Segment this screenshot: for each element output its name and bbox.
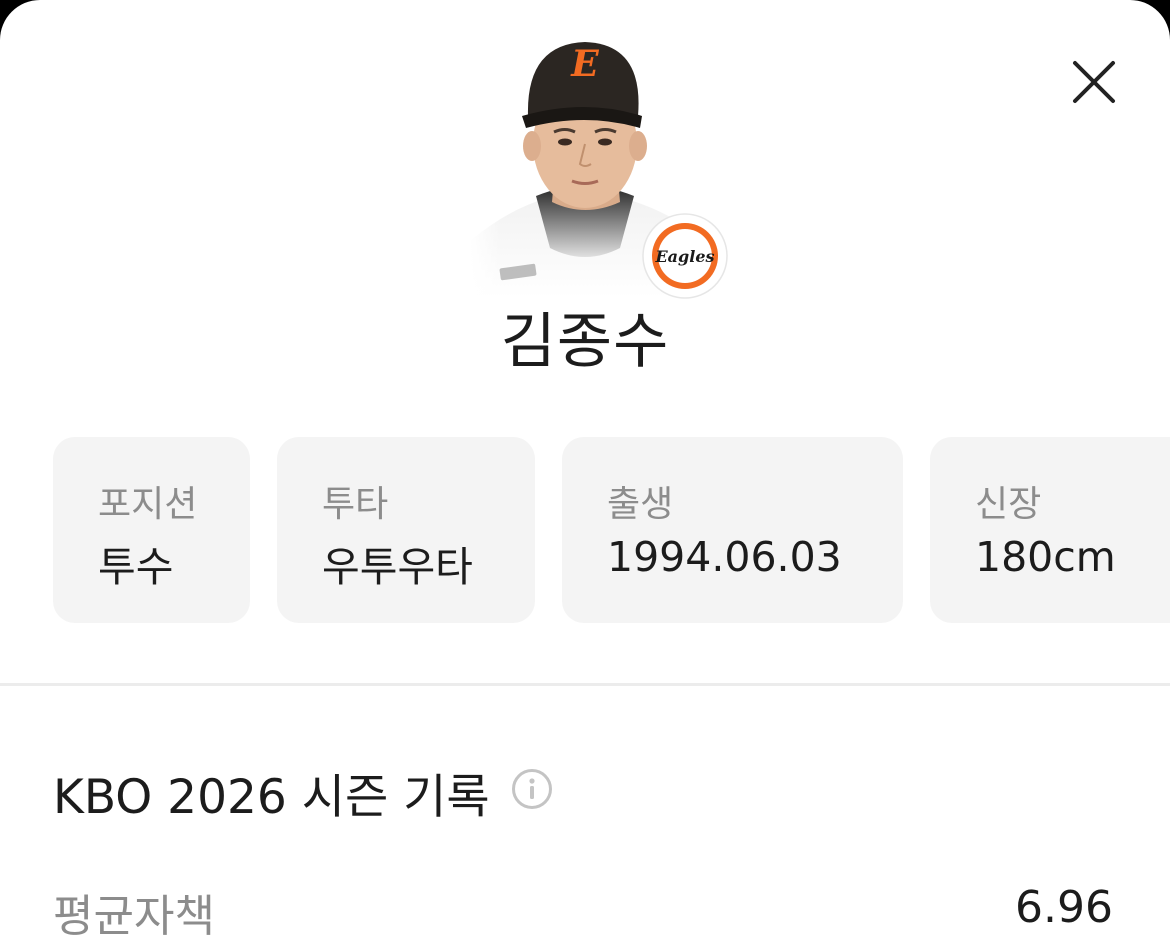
- info-card-birth: 출생 1994.06.03: [562, 437, 903, 623]
- info-card-bats-throws: 투타 우투우타: [277, 437, 535, 623]
- height-label: 신장: [975, 484, 1042, 525]
- height-value: 180cm: [975, 533, 1116, 581]
- position-label: 포지션: [98, 484, 198, 525]
- close-icon: [1073, 61, 1115, 103]
- info-icon: [512, 769, 552, 809]
- eagles-logo-icon: Eagles: [642, 213, 728, 299]
- stat-value-era: 6.96: [1015, 882, 1113, 933]
- bats-throws-value: 우투우타: [322, 543, 473, 591]
- birth-label: 출생: [607, 484, 674, 525]
- team-logo-badge: Eagles: [642, 213, 728, 299]
- season-record-title: KBO 2026 시즌 기록: [53, 770, 490, 825]
- birth-value: 1994.06.03: [607, 533, 842, 581]
- player-name: 김종수: [500, 307, 670, 377]
- stat-label-era: 평균자책: [53, 891, 215, 942]
- close-button[interactable]: [1068, 56, 1120, 108]
- position-value: 투수: [98, 543, 174, 591]
- team-logo-text: Eagles: [654, 247, 714, 266]
- cap-logo: E: [570, 43, 599, 85]
- bats-throws-label: 투타: [322, 484, 389, 525]
- info-card-height: 신장 180cm: [930, 437, 1170, 623]
- info-button[interactable]: [511, 768, 553, 810]
- player-detail-sheet: E Eagles 김종수 포지션 투수 투타 우투우타 출생 1994.06.0…: [0, 0, 1170, 950]
- section-divider: [0, 683, 1170, 686]
- info-card-position: 포지션 투수: [53, 437, 250, 623]
